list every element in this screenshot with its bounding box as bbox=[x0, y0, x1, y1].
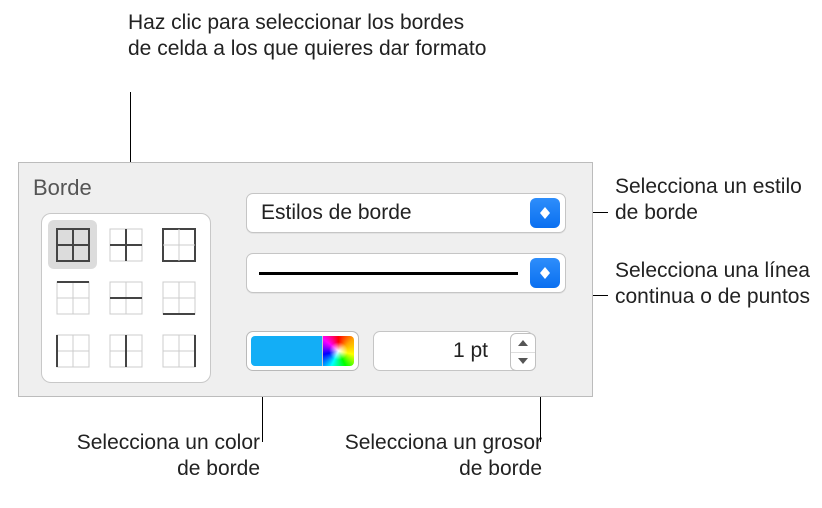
border-glyph-left[interactable] bbox=[48, 327, 97, 376]
border-glyph-outside[interactable] bbox=[155, 220, 204, 269]
border-glyph-top[interactable] bbox=[48, 273, 97, 322]
chevron-up-down-icon bbox=[530, 258, 560, 288]
stepper-down-icon[interactable] bbox=[511, 353, 535, 371]
stepper-up-icon[interactable] bbox=[511, 334, 535, 353]
border-glyph-v-middle[interactable] bbox=[101, 327, 150, 376]
callout-border-style: Selecciona un estilo de borde bbox=[615, 174, 810, 227]
border-panel: Borde bbox=[18, 162, 593, 397]
callout-line-type: Selecciona una línea continua o de punto… bbox=[615, 258, 815, 311]
callout-border-color: Selecciona un color de borde bbox=[60, 430, 260, 483]
line-preview bbox=[259, 272, 518, 275]
border-glyph-inside[interactable] bbox=[101, 220, 150, 269]
thickness-value: 1 pt bbox=[374, 339, 532, 363]
border-glyph-h-middle[interactable] bbox=[101, 273, 150, 322]
callout-border-thickness: Selecciona un grosor de borde bbox=[342, 430, 542, 483]
border-style-popup[interactable]: Estilos de borde bbox=[246, 193, 566, 233]
thickness-stepper[interactable] bbox=[510, 333, 536, 371]
panel-title: Borde bbox=[33, 175, 92, 201]
callout-select-borders: Haz clic para seleccionar los bordes de … bbox=[128, 10, 488, 63]
color-wheel-icon[interactable] bbox=[322, 336, 354, 366]
border-color-well[interactable] bbox=[246, 331, 359, 371]
color-swatch bbox=[251, 336, 322, 366]
line-type-popup[interactable] bbox=[246, 253, 566, 293]
border-glyph-right[interactable] bbox=[155, 327, 204, 376]
border-glyph-all[interactable] bbox=[48, 220, 97, 269]
border-selection-grid bbox=[41, 213, 211, 383]
border-thickness-field[interactable]: 1 pt bbox=[373, 331, 533, 371]
border-style-label: Estilos de borde bbox=[247, 201, 530, 225]
chevron-up-down-icon bbox=[530, 198, 560, 228]
border-glyph-bottom[interactable] bbox=[155, 273, 204, 322]
